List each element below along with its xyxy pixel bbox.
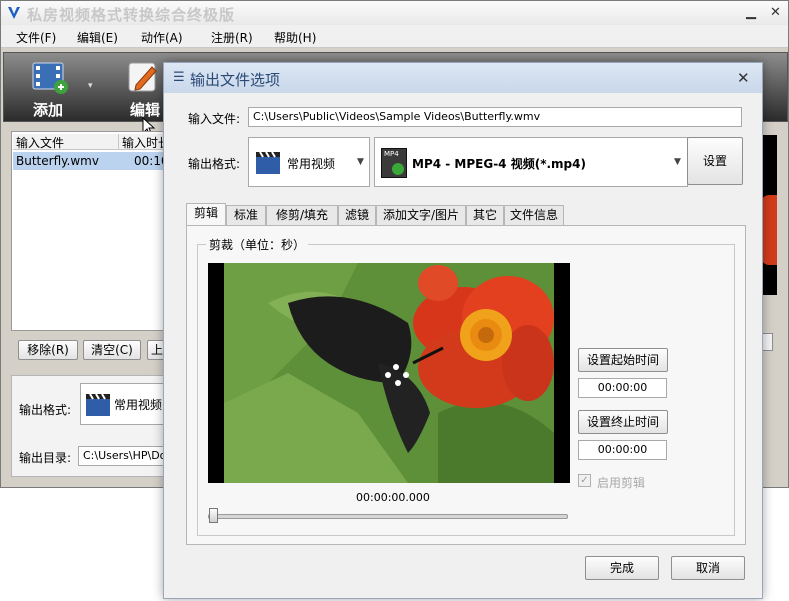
input-file-label: 输入文件: [188, 112, 241, 126]
ok-button[interactable]: 完成 [585, 556, 659, 580]
menu-file[interactable]: 文件(F) [16, 29, 56, 46]
enable-clip-checkbox[interactable]: ✓ [578, 474, 591, 487]
edit-pencil-icon [128, 62, 157, 92]
butterfly-preview-image [208, 263, 570, 483]
cancel-button[interactable]: 取消 [671, 556, 745, 580]
app-title: 私房视频格式转换综合终极版 [27, 6, 236, 24]
add-dropdown-icon[interactable]: ▾ [88, 81, 93, 91]
output-options-dialog: ☰ 输出文件选项 ✕ 输入文件: C:\Users\Public\Videos\… [163, 62, 763, 599]
current-time-readout: 00:00:00.000 [356, 491, 430, 504]
add-button[interactable] [30, 59, 70, 95]
timeline-slider-track[interactable] [208, 514, 568, 519]
clapperboard-icon [256, 151, 280, 174]
table-row[interactable]: Butterfly.wmv 00:10 [13, 152, 180, 170]
end-time-field[interactable]: 00:00:00 [578, 440, 667, 460]
dialog-menu-icon[interactable]: ☰ [173, 70, 185, 85]
add-video-icon [32, 62, 68, 94]
play-badge-icon [392, 163, 404, 175]
menu-action[interactable]: 动作(A) [141, 29, 183, 46]
video-preview [208, 263, 570, 483]
flower-thumbnail-fragment [761, 195, 777, 265]
output-format-value: 常用视频 [114, 398, 163, 412]
trim-group-label: 剪裁（单位：秒） [206, 236, 309, 253]
tab-add-text-image[interactable]: 添加文字/图片 [376, 205, 466, 225]
menu-register[interactable]: 注册(R) [211, 29, 253, 46]
flower [413, 265, 554, 408]
minimize-icon[interactable]: ▁ [746, 5, 756, 20]
output-settings-panel: 输出格式: 常用视频 输出目录: C:\Users\HP\Docu [11, 375, 181, 477]
column-header-input-file[interactable]: 输入文件 [13, 134, 119, 150]
chevron-down-icon[interactable]: ▼ [357, 157, 364, 167]
tab-standard[interactable]: 标准 [226, 205, 266, 225]
clear-button[interactable]: 清空(C) [83, 340, 141, 360]
tab-file-info[interactable]: 文件信息 [504, 205, 564, 225]
main-titlebar[interactable]: 私房视频格式转换综合终极版 ▁ ✕ [1, 1, 788, 25]
timeline-slider-thumb[interactable] [209, 508, 218, 523]
output-format-label: 输出格式: [188, 157, 241, 171]
edit-button[interactable] [124, 59, 164, 95]
dialog-close-icon[interactable]: ✕ [737, 69, 750, 87]
chevron-down-icon[interactable]: ▼ [674, 157, 681, 167]
app-logo-icon [8, 7, 20, 19]
dialog-title: 输出文件选项 [190, 71, 281, 89]
remove-button[interactable]: 移除(R) [18, 340, 78, 360]
output-format-value: MP4 - MPEG-4 视频(*.mp4) [412, 157, 586, 171]
output-format-select[interactable]: MP4 MP4 - MPEG-4 视频(*.mp4) ▼ [374, 137, 688, 187]
clapperboard-icon [86, 393, 110, 416]
input-file-field[interactable]: C:\Users\Public\Videos\Sample Videos\But… [248, 107, 742, 127]
tab-clip[interactable]: 剪辑 [186, 203, 226, 225]
tab-crop-pad[interactable]: 修剪/填充 [266, 205, 338, 225]
mp4-file-icon: MP4 [381, 148, 407, 178]
output-format-label: 输出格式: [19, 403, 72, 417]
menu-help[interactable]: 帮助(H) [274, 29, 316, 46]
row-file-name: Butterfly.wmv [16, 154, 99, 168]
close-icon[interactable]: ✕ [770, 5, 781, 20]
add-label: 添加 [33, 101, 64, 119]
format-settings-button[interactable]: 设置 [687, 137, 743, 185]
format-category-value: 常用视频 [287, 157, 336, 171]
tab-filter[interactable]: 滤镜 [338, 205, 376, 225]
tab-other[interactable]: 其它 [466, 205, 504, 225]
menubar: 文件(F) 编辑(E) 动作(A) 注册(R) 帮助(H) [1, 25, 788, 48]
output-dir-label: 输出目录: [19, 451, 72, 465]
preview-thumbnail [761, 135, 777, 295]
start-time-field[interactable]: 00:00:00 [578, 378, 667, 398]
dialog-titlebar[interactable]: ☰ 输出文件选项 ✕ [164, 63, 762, 93]
enable-clip-label: 启用剪辑 [597, 476, 646, 490]
set-start-time-button[interactable]: 设置起始时间 [578, 348, 668, 372]
format-category-select[interactable]: 常用视频 ▼ [248, 137, 370, 187]
mp4-icon-text: MP4 [384, 150, 399, 158]
file-list-table[interactable]: 输入文件 输入时长 Butterfly.wmv 00:10 [11, 131, 181, 331]
set-end-time-button[interactable]: 设置终止时间 [578, 410, 668, 434]
menu-edit[interactable]: 编辑(E) [77, 29, 118, 46]
tab-bar: 剪辑 标准 修剪/填充 滤镜 添加文字/图片 其它 文件信息 [186, 203, 564, 225]
